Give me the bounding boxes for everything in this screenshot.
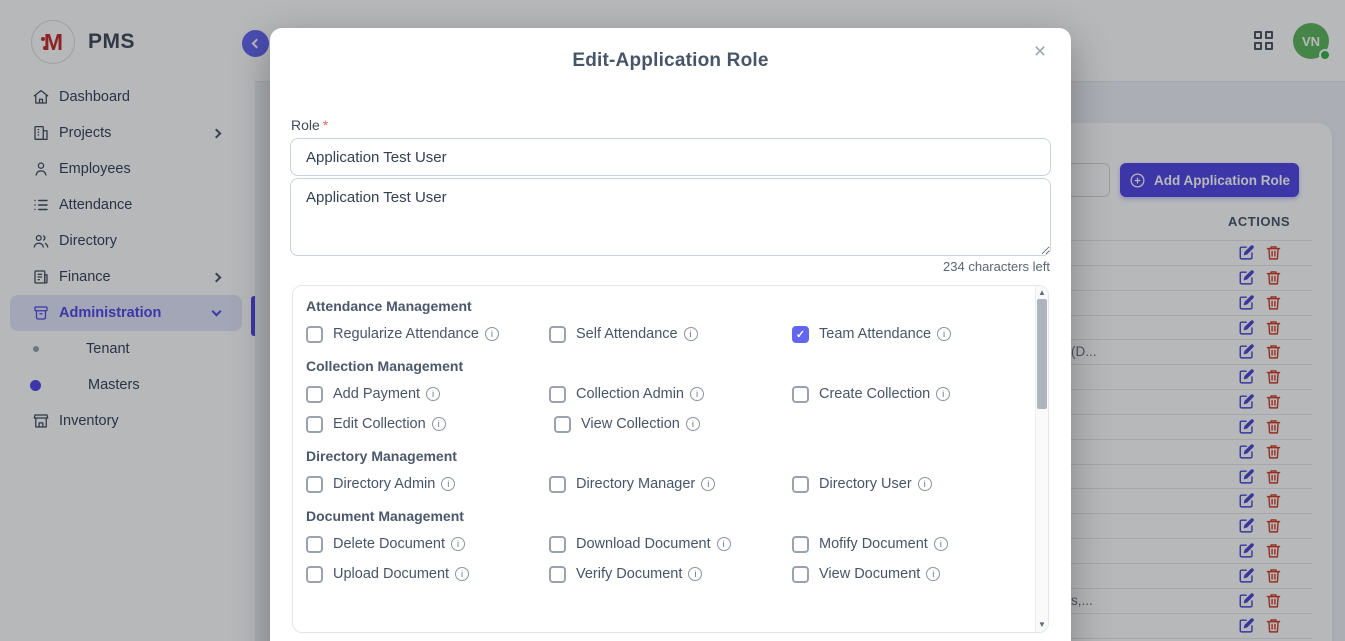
scrollbar-thumb[interactable]: [1037, 299, 1047, 409]
permission-row: Add Payment Collection Admin Create Collec…: [306, 384, 1035, 404]
permission-group: Document Management Delete Document Downlo…: [306, 508, 1035, 584]
permission-group: Attendance Management Regularize Attendan…: [306, 298, 1035, 344]
permission-label: Delete Document: [333, 536, 445, 552]
role-input[interactable]: [290, 138, 1051, 176]
info-icon[interactable]: [690, 387, 704, 401]
permission-label: Directory Admin: [333, 476, 435, 492]
permission-directory-user: Directory User: [792, 474, 1035, 494]
info-icon[interactable]: [441, 477, 455, 491]
permission-group-title: Document Management: [306, 508, 1035, 524]
permission-directory-admin: Directory Admin: [306, 474, 549, 494]
permission-view-document: View Document: [792, 564, 1035, 584]
checkbox[interactable]: [306, 326, 323, 343]
checkbox[interactable]: [792, 476, 809, 493]
permission-upload-document: Upload Document: [306, 564, 549, 584]
permissions-panel: Attendance Management Regularize Attendan…: [292, 285, 1049, 633]
permission-create-collection: Create Collection: [792, 384, 1035, 404]
info-icon[interactable]: [926, 567, 940, 581]
scroll-down-icon[interactable]: ▼: [1036, 620, 1048, 629]
permission-label: Collection Admin: [576, 386, 684, 402]
permission-label: Edit Collection: [333, 416, 426, 432]
permission-label: Mofify Document: [819, 536, 928, 552]
permission-label: Upload Document: [333, 566, 449, 582]
app-root: M PMS DashboardProjectsEmployeesAttendan…: [0, 0, 1345, 641]
description-textarea[interactable]: Application Test User: [290, 178, 1051, 256]
permission-label: Create Collection: [819, 386, 930, 402]
info-icon[interactable]: [936, 387, 950, 401]
scroll-up-icon[interactable]: ▲: [1036, 288, 1048, 297]
characters-left-counter: 234 characters left: [943, 259, 1050, 274]
info-icon[interactable]: [455, 567, 469, 581]
permissions-body: Attendance Management Regularize Attendan…: [293, 286, 1035, 632]
checkbox[interactable]: [549, 566, 566, 583]
checkbox[interactable]: [306, 386, 323, 403]
permission-directory-manager: Directory Manager: [549, 474, 792, 494]
permission-download-document: Download Document: [549, 534, 792, 554]
permission-group: Directory ManagementDirectory AdminDirec…: [306, 448, 1035, 494]
checkbox[interactable]: [549, 326, 566, 343]
info-icon[interactable]: [934, 537, 948, 551]
checkbox[interactable]: [792, 536, 809, 553]
checkbox[interactable]: [792, 386, 809, 403]
info-icon[interactable]: [684, 327, 698, 341]
permission-group-title: Directory Management: [306, 448, 1035, 464]
permission-verify-document: Verify Document: [549, 564, 792, 584]
edit-application-role-modal: Edit-Application Role × Role* Descriptio…: [270, 28, 1071, 641]
permission-label: View Document: [819, 566, 920, 582]
permission-group: Collection Management Add Payment Collecti…: [306, 358, 1035, 434]
permission-label: Download Document: [576, 536, 711, 552]
checkbox[interactable]: [306, 416, 323, 433]
permission-delete-document: Delete Document: [306, 534, 549, 554]
permission-label: Add Payment: [333, 386, 420, 402]
close-icon[interactable]: ×: [1025, 37, 1055, 67]
checkbox[interactable]: ✓: [792, 326, 809, 343]
permission-row: Upload Document Verify Document View Docum…: [306, 564, 1035, 584]
permission-row: Directory Admin Directory Manager Director…: [306, 474, 1035, 494]
permission-edit-collection: Edit Collection: [306, 414, 554, 434]
permission-team-attendance: ✓ Team Attendance: [792, 324, 1035, 344]
checkbox[interactable]: [554, 416, 571, 433]
permission-label: Directory Manager: [576, 476, 695, 492]
permission-collection-admin: Collection Admin: [549, 384, 792, 404]
checkbox[interactable]: [549, 386, 566, 403]
required-asterisk: *: [323, 117, 328, 133]
permission-label: Regularize Attendance: [333, 326, 479, 342]
permission-row: Regularize Attendance Self Attendance ✓ Tea…: [306, 324, 1035, 344]
info-icon[interactable]: [686, 417, 700, 431]
info-icon[interactable]: [426, 387, 440, 401]
checkbox[interactable]: [549, 536, 566, 553]
info-icon[interactable]: [451, 537, 465, 551]
modal-title: Edit-Application Role: [270, 50, 1071, 72]
permission-label: Self Attendance: [576, 326, 678, 342]
permission-mofify-document: Mofify Document: [792, 534, 1035, 554]
checkbox[interactable]: [306, 476, 323, 493]
info-icon[interactable]: [688, 567, 702, 581]
permissions-scrollbar[interactable]: ▲ ▼: [1035, 286, 1048, 632]
permission-group-title: Collection Management: [306, 358, 1035, 374]
info-icon[interactable]: [432, 417, 446, 431]
permission-row: Delete Document Download Document Mofify D…: [306, 534, 1035, 554]
permission-self-attendance: Self Attendance: [549, 324, 792, 344]
permission-view-collection: View Collection: [554, 414, 802, 434]
info-icon[interactable]: [701, 477, 715, 491]
permission-row: Edit Collection View Collection: [306, 414, 1035, 434]
checkbox[interactable]: [306, 566, 323, 583]
checkbox[interactable]: [306, 536, 323, 553]
permission-regularize-attendance: Regularize Attendance: [306, 324, 549, 344]
info-icon[interactable]: [485, 327, 499, 341]
info-icon[interactable]: [717, 537, 731, 551]
info-icon[interactable]: [918, 477, 932, 491]
permission-group-title: Attendance Management: [306, 298, 1035, 314]
permission-label: Verify Document: [576, 566, 682, 582]
checkbox[interactable]: [792, 566, 809, 583]
permission-add-payment: Add Payment: [306, 384, 549, 404]
checkbox[interactable]: [549, 476, 566, 493]
role-label: Role*: [291, 117, 328, 133]
permission-label: Team Attendance: [819, 326, 931, 342]
permission-label: Directory User: [819, 476, 912, 492]
permission-label: View Collection: [581, 416, 680, 432]
info-icon[interactable]: [937, 327, 951, 341]
